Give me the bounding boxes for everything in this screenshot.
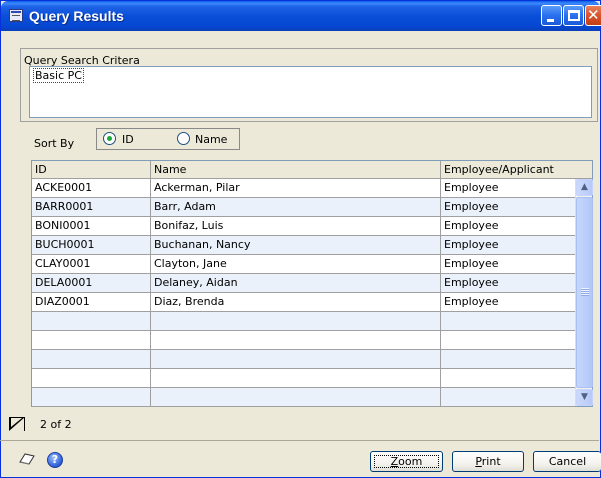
cell-employee-applicant[interactable] [441,369,575,387]
maximize-icon [568,10,580,21]
chevron-up-icon: ▲ [581,182,588,192]
sort-name-label[interactable]: Name [195,133,227,146]
sort-id-label[interactable]: ID [122,133,134,146]
cell-id[interactable] [32,331,151,349]
window-icon [9,9,23,22]
column-header-employee-applicant[interactable]: Employee/Applicant [441,161,592,179]
grip-icon [581,288,589,296]
cell-employee-applicant[interactable]: Employee [441,236,575,254]
note-icon[interactable] [19,453,35,465]
title-bar[interactable]: Query Results ✕ [1,1,601,31]
table-scrollbar[interactable]: ▲ ▼ [575,179,593,406]
print-label: rint [481,455,501,468]
maximize-button[interactable] [563,5,584,26]
cell-name[interactable]: Bonifaz, Luis [151,217,441,235]
cancel-button[interactable]: Cancel [533,451,601,472]
table-row[interactable] [32,331,575,350]
window-title: Query Results [29,8,124,24]
cell-id[interactable]: BONI0001 [32,217,151,235]
cell-name[interactable] [151,350,441,368]
table-row[interactable]: CLAY0001 Clayton, Jane Employee [32,255,575,274]
cell-name[interactable] [151,312,441,330]
column-header-id[interactable]: ID [32,161,151,179]
cell-name[interactable] [151,369,441,387]
cell-name[interactable]: Barr, Adam [151,198,441,216]
cell-employee-applicant[interactable] [441,388,575,406]
cell-id[interactable] [32,369,151,387]
table-body: ACKE0001 Ackerman, Pilar Employee BARR0001 B… [32,179,575,407]
table-row[interactable] [32,369,575,388]
cell-name[interactable]: Clayton, Jane [151,255,441,273]
cell-employee-applicant[interactable]: Employee [441,198,575,216]
cell-name[interactable] [151,388,441,406]
table-row[interactable]: ACKE0001 Ackerman, Pilar Employee [32,179,575,198]
table-row[interactable] [32,350,575,369]
table-row[interactable]: DIAZ0001 Diaz, Brenda Employee [32,293,575,312]
results-table: ID Name Employee/Applicant ACKE0001 Acker… [31,160,593,407]
cell-id[interactable]: CLAY0001 [32,255,151,273]
cell-name[interactable]: Buchanan, Nancy [151,236,441,254]
sort-by-label: Sort By [34,137,75,150]
cell-employee-applicant[interactable]: Employee [441,255,575,273]
minimize-button[interactable] [541,5,562,26]
cell-id[interactable] [32,312,151,330]
column-header-name[interactable]: Name [151,161,441,179]
cell-name[interactable]: Diaz, Brenda [151,293,441,311]
table-header: ID Name Employee/Applicant [32,161,592,179]
table-row[interactable]: DELA0001 Delaney, Aidan Employee [32,274,575,293]
help-icon[interactable]: ? [47,452,63,468]
cell-id[interactable] [32,388,151,406]
table-row[interactable]: BARR0001 Barr, Adam Employee [32,198,575,217]
cell-employee-applicant[interactable] [441,350,575,368]
table-row[interactable]: BUCH0001 Buchanan, Nancy Employee [32,236,575,255]
cell-id[interactable]: DELA0001 [32,274,151,292]
cell-id[interactable] [32,350,151,368]
record-indicator-bar [24,417,25,431]
cell-employee-applicant[interactable]: Employee [441,293,575,311]
scroll-down-button[interactable]: ▼ [576,389,593,406]
minimize-icon [547,19,554,22]
cell-id[interactable]: BARR0001 [32,198,151,216]
cell-id[interactable]: BUCH0001 [32,236,151,254]
query-criteria-item[interactable]: Basic PC [33,68,84,83]
cell-name[interactable]: Delaney, Aidan [151,274,441,292]
sort-id-radio[interactable] [103,132,116,145]
sort-by-group: ID Name [96,128,240,150]
record-count: 2 of 2 [40,418,72,431]
chevron-down-icon: ▼ [581,392,588,402]
table-row[interactable] [32,312,575,331]
close-icon: ✕ [587,6,600,24]
table-row[interactable] [32,388,575,407]
query-criteria-list[interactable]: Basic PC [29,66,592,118]
cell-employee-applicant[interactable] [441,331,575,349]
close-button[interactable]: ✕ [585,5,601,26]
cell-id[interactable]: ACKE0001 [32,179,151,197]
cell-employee-applicant[interactable] [441,312,575,330]
table-row[interactable]: BONI0001 Bonifaz, Luis Employee [32,217,575,236]
zoom-button[interactable]: Zoom [370,451,443,472]
footer-divider [0,440,599,441]
cell-employee-applicant[interactable]: Employee [441,274,575,292]
cell-name[interactable] [151,331,441,349]
cell-name[interactable]: Ackerman, Pilar [151,179,441,197]
record-indicator-icon [9,417,25,431]
cell-employee-applicant[interactable]: Employee [441,217,575,235]
print-button[interactable]: Print [452,451,524,472]
cell-id[interactable]: DIAZ0001 [32,293,151,311]
cell-employee-applicant[interactable]: Employee [441,179,575,197]
scroll-up-button[interactable]: ▲ [576,179,593,196]
sort-name-radio[interactable] [177,132,190,145]
zoom-focus-ring [374,455,439,468]
scroll-thumb[interactable] [576,197,593,388]
